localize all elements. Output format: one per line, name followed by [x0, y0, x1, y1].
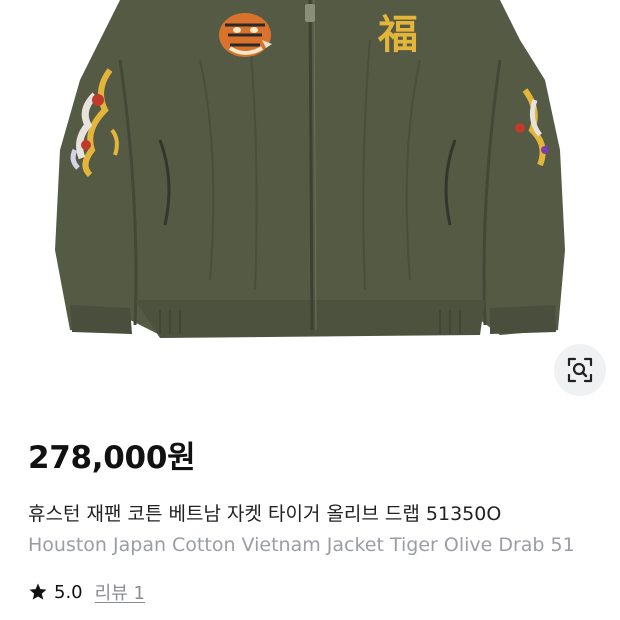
product-image[interactable]: 福	[0, 0, 620, 400]
star-icon	[29, 583, 47, 600]
product-title-english: Houston Japan Cotton Vietnam Jacket Tige…	[28, 534, 575, 556]
review-count-link[interactable]: 리뷰 1	[95, 579, 145, 605]
rating-row: 5.0 리뷰 1	[28, 577, 145, 607]
fortune-character: 福	[377, 11, 418, 58]
product-price: 278,000원	[28, 440, 196, 476]
jacket-illustration: 福	[55, 0, 565, 338]
image-search-icon	[567, 357, 593, 383]
rating-value: 5.0	[54, 581, 83, 603]
image-search-button[interactable]	[554, 344, 606, 396]
product-title-korean: 휴스턴 재팬 코튼 베트남 자켓 타이거 올리브 드랩 51350O	[28, 503, 502, 525]
